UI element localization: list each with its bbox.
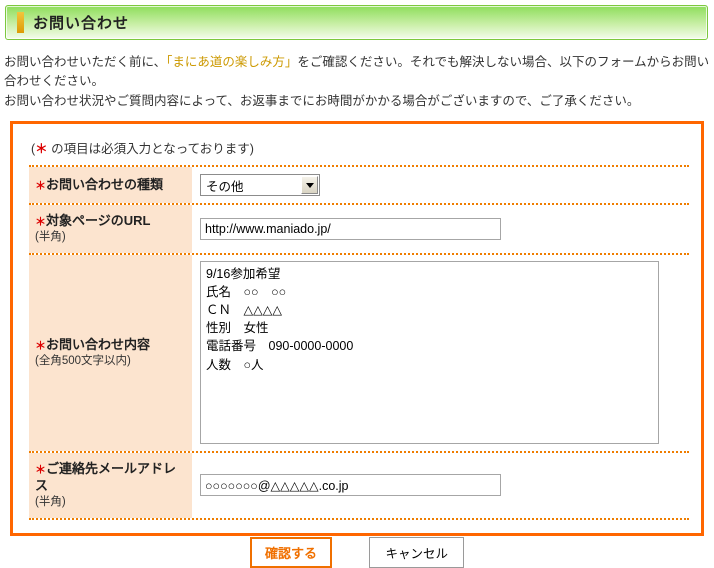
header-accent-bar-icon xyxy=(17,12,24,33)
target-url-input[interactable] xyxy=(200,218,501,240)
inquiry-body-label: ＊お問い合わせ内容 xyxy=(35,337,184,354)
contact-email-sublabel: (半角) xyxy=(35,495,184,510)
required-note-asterisk: ＊ xyxy=(35,142,48,156)
contact-email-label: ＊ご連絡先メールアドレス xyxy=(35,461,184,495)
dropdown-arrow-button[interactable] xyxy=(301,176,318,194)
inquiry-body-textarea[interactable]: 9/16参加希望 氏名 ○○ ○○ ＣＮ △△△△ 性別 女性 電話番号 090… xyxy=(200,261,659,444)
contact-email-field-cell xyxy=(192,453,689,518)
intro-text: お問い合わせいただく前に、「まにあ道の楽しみ方」をご確認ください。それでも解決し… xyxy=(4,53,710,111)
required-asterisk: ＊ xyxy=(35,340,46,352)
contact-email-input[interactable] xyxy=(200,474,501,496)
how-to-enjoy-maniado-link[interactable]: 「まにあ道の楽しみ方」 xyxy=(166,55,297,69)
cancel-button[interactable]: キャンセル xyxy=(369,537,464,568)
inquiry-type-selected-value: その他 xyxy=(201,176,300,195)
form-row-inquiry-body: ＊お問い合わせ内容 (全角500文字以内) 9/16参加希望 氏名 ○○ ○○ … xyxy=(29,255,689,453)
form-row-contact-email: ＊ご連絡先メールアドレス (半角) xyxy=(29,453,689,520)
required-asterisk: ＊ xyxy=(35,216,46,228)
form-row-inquiry-type: ＊お問い合わせの種類 その他 xyxy=(29,167,689,205)
inquiry-body-label-cell: ＊お問い合わせ内容 (全角500文字以内) xyxy=(29,255,192,451)
target-url-label: ＊対象ページのURL xyxy=(35,213,184,230)
required-asterisk: ＊ xyxy=(35,180,46,192)
form-button-row: 確認する キャンセル xyxy=(29,537,685,568)
contact-email-label-cell: ＊ご連絡先メールアドレス (半角) xyxy=(29,453,192,518)
inquiry-body-sublabel: (全角500文字以内) xyxy=(35,354,184,369)
target-url-field-cell xyxy=(192,205,689,253)
target-url-sublabel: (半角) xyxy=(35,230,184,245)
inquiry-type-label: ＊お問い合わせの種類 xyxy=(35,177,184,194)
page-header: お問い合わせ xyxy=(5,5,708,40)
confirm-button[interactable]: 確認する xyxy=(250,537,332,568)
intro-line2: お問い合わせ状況やご質問内容によって、お返事までにお時間がかかる場合がございます… xyxy=(4,94,639,108)
form-row-target-url: ＊対象ページのURL (半角) xyxy=(29,205,689,255)
chevron-down-icon xyxy=(306,183,314,188)
inquiry-type-select[interactable]: その他 xyxy=(200,174,320,196)
inquiry-body-field-cell: 9/16参加希望 氏名 ○○ ○○ ＣＮ △△△△ 性別 女性 電話番号 090… xyxy=(192,255,689,451)
required-note-text: の項目は必須入力となっております) xyxy=(48,142,254,156)
required-note: (＊ の項目は必須入力となっております) xyxy=(31,138,685,157)
page-title: お問い合わせ xyxy=(33,12,129,33)
inquiry-type-label-cell: ＊お問い合わせの種類 xyxy=(29,167,192,203)
inquiry-type-field-cell: その他 xyxy=(192,167,689,203)
inquiry-form-box: (＊ の項目は必須入力となっております) ＊お問い合わせの種類 その他 ＊対象ペ… xyxy=(10,121,704,536)
inquiry-form-table: ＊お問い合わせの種類 その他 ＊対象ページのURL (半角) xyxy=(29,165,689,520)
target-url-label-cell: ＊対象ページのURL (半角) xyxy=(29,205,192,253)
intro-line1-before: お問い合わせいただく前に、 xyxy=(4,55,166,69)
required-asterisk: ＊ xyxy=(35,464,46,476)
